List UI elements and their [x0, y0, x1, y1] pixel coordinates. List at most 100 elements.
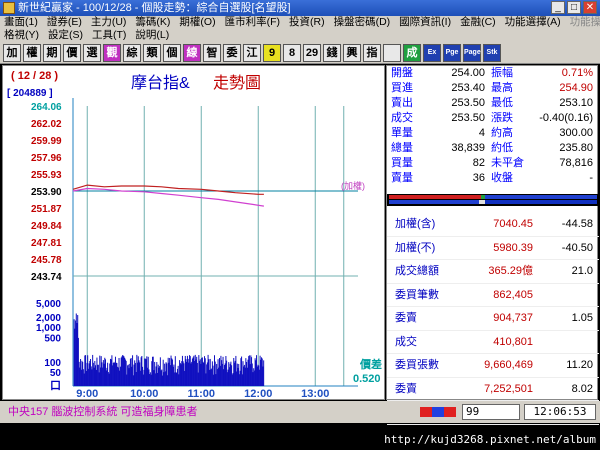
toolbar-button-1[interactable]: 權	[23, 43, 41, 62]
menu-item-6[interactable]: 投資(R)	[289, 16, 325, 29]
menu-item-1[interactable]: 證券(E)	[47, 16, 82, 29]
toolbar-button-16[interactable]: 錢	[323, 43, 341, 62]
toolbar-button-21[interactable]: Ex	[423, 43, 441, 62]
index-change: 1.05	[571, 312, 593, 324]
diff-value: 0.520	[353, 373, 381, 385]
index-change: 8.02	[571, 382, 593, 395]
toolbar-button-2[interactable]: 期	[43, 43, 61, 62]
app-icon	[3, 2, 15, 14]
quote-row: 買進 253.40 最高 254.90	[387, 81, 599, 96]
index-value: 7040.45	[493, 218, 533, 230]
toolbar-button-23[interactable]: Page	[463, 43, 481, 62]
index-value: 9,660,469	[484, 359, 533, 371]
menu-item-2[interactable]: 主力(U)	[91, 16, 127, 29]
toolbar-button-18[interactable]: 指	[363, 43, 381, 62]
quote-label: 最低	[491, 97, 513, 109]
close-button[interactable]: ✕	[583, 1, 597, 14]
index-row: 加權(不) 5980.39 -40.50	[387, 237, 599, 260]
menu2-item-3[interactable]: 說明(L)	[135, 29, 169, 42]
quote-value: 300.00	[559, 127, 593, 139]
menu-item-7[interactable]: 操盤密碼(D)	[334, 16, 391, 29]
toolbar-button-4[interactable]: 選	[83, 43, 101, 62]
menu-item-4[interactable]: 期權(O)	[179, 16, 215, 29]
watermark: http://kujd3268.pixnet.net/album	[384, 433, 596, 446]
toolbar-button-11[interactable]: 委	[223, 43, 241, 62]
toolbar-button-0[interactable]: 加	[3, 43, 21, 62]
quote-label: 漲跌	[491, 112, 513, 124]
minimize-button[interactable]: _	[551, 1, 565, 14]
quote-value: 78,816	[559, 157, 593, 169]
toolbar-button-24[interactable]: Stk	[483, 43, 501, 62]
toolbar-button-22[interactable]: Pge	[443, 43, 461, 62]
menu-bar: 畫面(1) 證券(E) 主力(U) 籌碼(K) 期權(O) 匯市利率(F) 投資(R) 操盤密…	[0, 16, 600, 42]
toolbar-button-13[interactable]: 9	[263, 43, 281, 62]
toolbar-button-6[interactable]: 綜	[123, 43, 141, 62]
x-tick-label: 10:00	[130, 388, 158, 399]
quote-label: 約高	[491, 127, 513, 139]
index-value: 862,405	[493, 288, 533, 301]
quote-label: 開盤	[391, 67, 413, 79]
volume-unit: 口	[50, 379, 61, 392]
index-label: 委賣	[395, 312, 417, 324]
page-number-field[interactable]: 99	[462, 404, 520, 420]
window-titlebar[interactable]: 新世紀贏家 - 100/12/28 - 個股走勢：綜合自選股[名望股] _ □ …	[0, 0, 600, 16]
news-ticker[interactable]: 中央157 腦波控制系統 可造福身障患者	[8, 401, 197, 423]
toolbar-button-7[interactable]: 類	[143, 43, 161, 62]
chart-title-symbol: 摩台指&	[131, 74, 190, 92]
x-tick-label: 13:00	[301, 388, 329, 399]
diff-label: 價差	[359, 357, 382, 371]
toolbar-button-19[interactable]	[383, 43, 401, 62]
menu2-item-1[interactable]: 設定(S)	[48, 29, 83, 42]
quote-row: 賣量 36 收盤 -	[387, 171, 599, 186]
quote-label: 收盤	[491, 172, 513, 184]
maximize-button[interactable]: □	[567, 1, 581, 14]
reference-label: (加權)	[341, 180, 365, 191]
menu-item-9[interactable]: 金融(C)	[460, 16, 496, 29]
quote-panel: 開盤 254.00 振幅 0.71% 買進 253.40 最高 254.90 賣出 253.50 最…	[386, 65, 599, 425]
volume-tick-label: 100	[44, 358, 61, 369]
quote-table: 開盤 254.00 振幅 0.71% 買進 253.40 最高 254.90 賣出 253.50 最…	[387, 66, 599, 186]
quote-label: 賣量	[391, 172, 413, 184]
menu-item-3[interactable]: 籌碼(K)	[135, 16, 170, 29]
toolbar-button-8[interactable]: 個	[163, 43, 181, 62]
menu-item-0[interactable]: 畫面(1)	[4, 16, 38, 29]
menu-item-5[interactable]: 匯市利率(F)	[225, 16, 280, 29]
bid-ask-ratio-bar	[387, 194, 599, 206]
menu-item-10[interactable]: 功能選擇(A)	[505, 16, 561, 29]
toolbar-button-15[interactable]: 29	[303, 43, 321, 62]
menu2-item-2[interactable]: 工具(T)	[92, 29, 126, 42]
toolbar-button-10[interactable]: 智	[203, 43, 221, 62]
index-change: 21.0	[571, 265, 593, 277]
menu-item-8[interactable]: 國際資訊(I)	[399, 16, 451, 29]
quote-row: 賣出 253.50 最低 253.10	[387, 96, 599, 111]
quote-value: -	[589, 172, 593, 184]
index-row: 委買張數 9,660,469 11.20	[387, 354, 599, 378]
index-value: 7,252,501	[484, 382, 533, 395]
quote-value: 38,839	[451, 142, 485, 154]
toolbar-button-9[interactable]: 線	[183, 43, 201, 62]
index-value: 5980.39	[493, 241, 533, 254]
toolbar-button-12[interactable]: 江	[243, 43, 261, 62]
index-change: -40.50	[561, 241, 593, 254]
quote-value: -0.40(0.16)	[539, 112, 593, 124]
price-tick-label: 262.02	[31, 119, 62, 130]
quote-label: 未平倉	[491, 157, 524, 169]
index-row: 委賣 904,737 1.05	[387, 307, 599, 331]
quote-label: 最高	[491, 82, 513, 94]
index-row: 成交總額 365.29億 21.0	[387, 260, 599, 284]
toolbar-button-14[interactable]: 8	[283, 43, 301, 62]
toolbar-button-20[interactable]: 成	[403, 43, 421, 62]
index-label: 委買筆數	[395, 288, 439, 301]
index-label: 委賣	[395, 382, 417, 395]
index-label: 加權(含)	[395, 218, 436, 230]
price-tick-label: 259.99	[31, 136, 62, 147]
index-value: 904,737	[493, 312, 533, 324]
toolbar-button-17[interactable]: 興	[343, 43, 361, 62]
index-row: 委賣 7,252,501 8.02	[387, 378, 599, 401]
toolbar-button-3[interactable]: 價	[63, 43, 81, 62]
price-tick-label: 249.84	[31, 221, 62, 232]
menu2-item-0[interactable]: 格視(Y)	[4, 29, 39, 42]
status-color-indicator	[420, 407, 456, 417]
quote-value: 254.00	[451, 67, 485, 79]
toolbar-button-5[interactable]: 觀	[103, 43, 121, 62]
